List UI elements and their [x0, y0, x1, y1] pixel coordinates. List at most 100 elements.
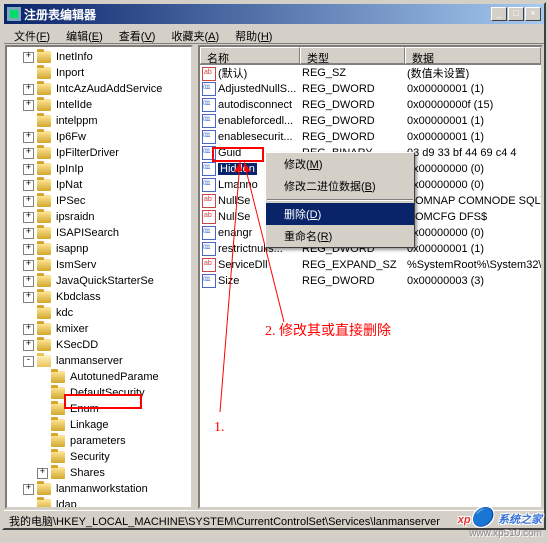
list-row[interactable]: autodisconnectREG_DWORD0x00000000f (15)	[200, 97, 541, 113]
expand-icon[interactable]: +	[23, 132, 34, 143]
maximize-button[interactable]: □	[508, 7, 524, 21]
menu-A[interactable]: 收藏夹(A)	[164, 26, 226, 41]
tree-node-ISAPISearch[interactable]: +ISAPISearch	[9, 225, 189, 241]
list-panel: 名称 类型 数据 (默认)REG_SZ(数值未设置)AdjustedNullS.…	[198, 45, 543, 509]
menu-F[interactable]: 文件(F)	[7, 26, 57, 41]
folder-icon	[51, 387, 65, 399]
expand-icon[interactable]: +	[23, 164, 34, 175]
context-menu: 修改(M)修改二进位数据(B) 删除(D)重命名(R)	[265, 152, 415, 248]
list-row[interactable]: SizeREG_DWORD0x00000003 (3)	[200, 273, 541, 289]
folder-icon	[37, 211, 51, 223]
menu-E[interactable]: 编辑(E)	[59, 26, 110, 41]
tree-node-ldap[interactable]: ldap	[9, 497, 189, 509]
list-row[interactable]: enableforcedl...REG_DWORD0x00000001 (1)	[200, 113, 541, 129]
expand-icon[interactable]: +	[23, 100, 34, 111]
tree-node-DefaultSecurity[interactable]: DefaultSecurity	[9, 385, 189, 401]
folder-icon	[37, 355, 51, 367]
expand-icon[interactable]: +	[23, 276, 34, 287]
ctx-D[interactable]: 删除(D)	[266, 203, 414, 225]
tree-node-IpFilterDriver[interactable]: +IpFilterDriver	[9, 145, 189, 161]
main-window: 注册表编辑器 _ □ × 文件(F)编辑(E)查看(V)收藏夹(A)帮助(H) …	[2, 2, 546, 530]
binary-icon	[202, 178, 216, 192]
menu-H[interactable]: 帮助(H)	[228, 26, 279, 41]
ctx-B[interactable]: 修改二进位数据(B)	[266, 175, 414, 197]
expand-icon[interactable]: -	[23, 356, 34, 367]
tree-node-KSecDD[interactable]: +KSecDD	[9, 337, 189, 353]
binary-icon	[202, 146, 216, 160]
expand-icon[interactable]: +	[23, 196, 34, 207]
tree-node-parameters[interactable]: parameters	[9, 433, 189, 449]
list-row[interactable]: (默认)REG_SZ(数值未设置)	[200, 65, 541, 81]
expand-icon[interactable]: +	[23, 52, 34, 63]
tree-node-intelppm[interactable]: intelppm	[9, 113, 189, 129]
tree-node-kmixer[interactable]: +kmixer	[9, 321, 189, 337]
tree-node-isapnp[interactable]: +isapnp	[9, 241, 189, 257]
tree-node-lanmanserver[interactable]: -lanmanserver	[9, 353, 189, 369]
col-data[interactable]: 数据	[405, 47, 541, 64]
ctx-M[interactable]: 修改(M)	[266, 153, 414, 175]
folder-icon	[37, 259, 51, 271]
expand-icon[interactable]: +	[23, 340, 34, 351]
string-icon	[202, 67, 216, 81]
tree-node-Shares[interactable]: +Shares	[9, 465, 189, 481]
tree-node-Enum[interactable]: Enum	[9, 401, 189, 417]
tree-node-kdc[interactable]: kdc	[9, 305, 189, 321]
tree-node-ipsraidn[interactable]: +ipsraidn	[9, 209, 189, 225]
folder-icon	[37, 499, 51, 509]
tree-node-JavaQuickStarterSe[interactable]: +JavaQuickStarterSe	[9, 273, 189, 289]
binary-icon	[202, 82, 216, 96]
binary-icon	[202, 114, 216, 128]
tree-node-IntelIde[interactable]: +IntelIde	[9, 97, 189, 113]
folder-icon	[37, 483, 51, 495]
tree-node-IpNat[interactable]: +IpNat	[9, 177, 189, 193]
tree-node-Security[interactable]: Security	[9, 449, 189, 465]
expand-icon[interactable]: +	[23, 212, 34, 223]
tree-node-IntcAzAudAddService[interactable]: +IntcAzAudAddService	[9, 81, 189, 97]
folder-icon	[37, 227, 51, 239]
tree-node-IpInIp[interactable]: +IpInIp	[9, 161, 189, 177]
col-name[interactable]: 名称	[200, 47, 300, 64]
tree-node-Kbdclass[interactable]: +Kbdclass	[9, 289, 189, 305]
titlebar[interactable]: 注册表编辑器 _ □ ×	[4, 4, 544, 24]
list-row[interactable]: enablesecurit...REG_DWORD0x00000001 (1)	[200, 129, 541, 145]
minimize-button[interactable]: _	[491, 7, 507, 21]
tree-node-AutotunedParame[interactable]: AutotunedParame	[9, 369, 189, 385]
tree-node-Linkage[interactable]: Linkage	[9, 417, 189, 433]
expand-icon[interactable]: +	[23, 260, 34, 271]
folder-icon	[37, 115, 51, 127]
binary-icon	[202, 226, 216, 240]
folder-icon	[37, 291, 51, 303]
expand-icon[interactable]: +	[37, 468, 48, 479]
expand-icon[interactable]: +	[23, 228, 34, 239]
list-row[interactable]: ServiceDllREG_EXPAND_SZ%SystemRoot%\Syst…	[200, 257, 541, 273]
expand-icon[interactable]: +	[23, 484, 34, 495]
splitter[interactable]	[194, 44, 197, 510]
folder-icon	[37, 99, 51, 111]
tree-node-Inport[interactable]: Inport	[9, 65, 189, 81]
tree-node-Ip6Fw[interactable]: +Ip6Fw	[9, 129, 189, 145]
expand-icon[interactable]: +	[23, 148, 34, 159]
tree-node-IPSec[interactable]: +IPSec	[9, 193, 189, 209]
folder-icon	[51, 419, 65, 431]
window-title: 注册表编辑器	[24, 6, 491, 23]
menu-V[interactable]: 查看(V)	[112, 26, 163, 41]
tree-node-lanmanworkstation[interactable]: +lanmanworkstation	[9, 481, 189, 497]
ctx-R[interactable]: 重命名(R)	[266, 225, 414, 247]
folder-icon	[37, 67, 51, 79]
expand-icon[interactable]: +	[23, 180, 34, 191]
col-type[interactable]: 类型	[300, 47, 405, 64]
binary-icon	[202, 130, 216, 144]
list-body[interactable]: (默认)REG_SZ(数值未设置)AdjustedNullS...REG_DWO…	[200, 65, 541, 507]
close-button[interactable]: ×	[525, 7, 541, 21]
menubar: 文件(F)编辑(E)查看(V)收藏夹(A)帮助(H)	[4, 24, 544, 44]
expand-icon[interactable]: +	[23, 244, 34, 255]
tree-node-IsmServ[interactable]: +IsmServ	[9, 257, 189, 273]
binary-icon	[202, 98, 216, 112]
list-row[interactable]: AdjustedNullS...REG_DWORD0x00000001 (1)	[200, 81, 541, 97]
folder-icon	[51, 451, 65, 463]
expand-icon[interactable]: +	[23, 84, 34, 95]
tree-node-InetInfo[interactable]: +InetInfo	[9, 49, 189, 65]
expand-icon[interactable]: +	[23, 292, 34, 303]
expand-icon[interactable]: +	[23, 324, 34, 335]
tree-panel[interactable]: +InetInfoInport+IntcAzAudAddService+Inte…	[5, 45, 193, 509]
